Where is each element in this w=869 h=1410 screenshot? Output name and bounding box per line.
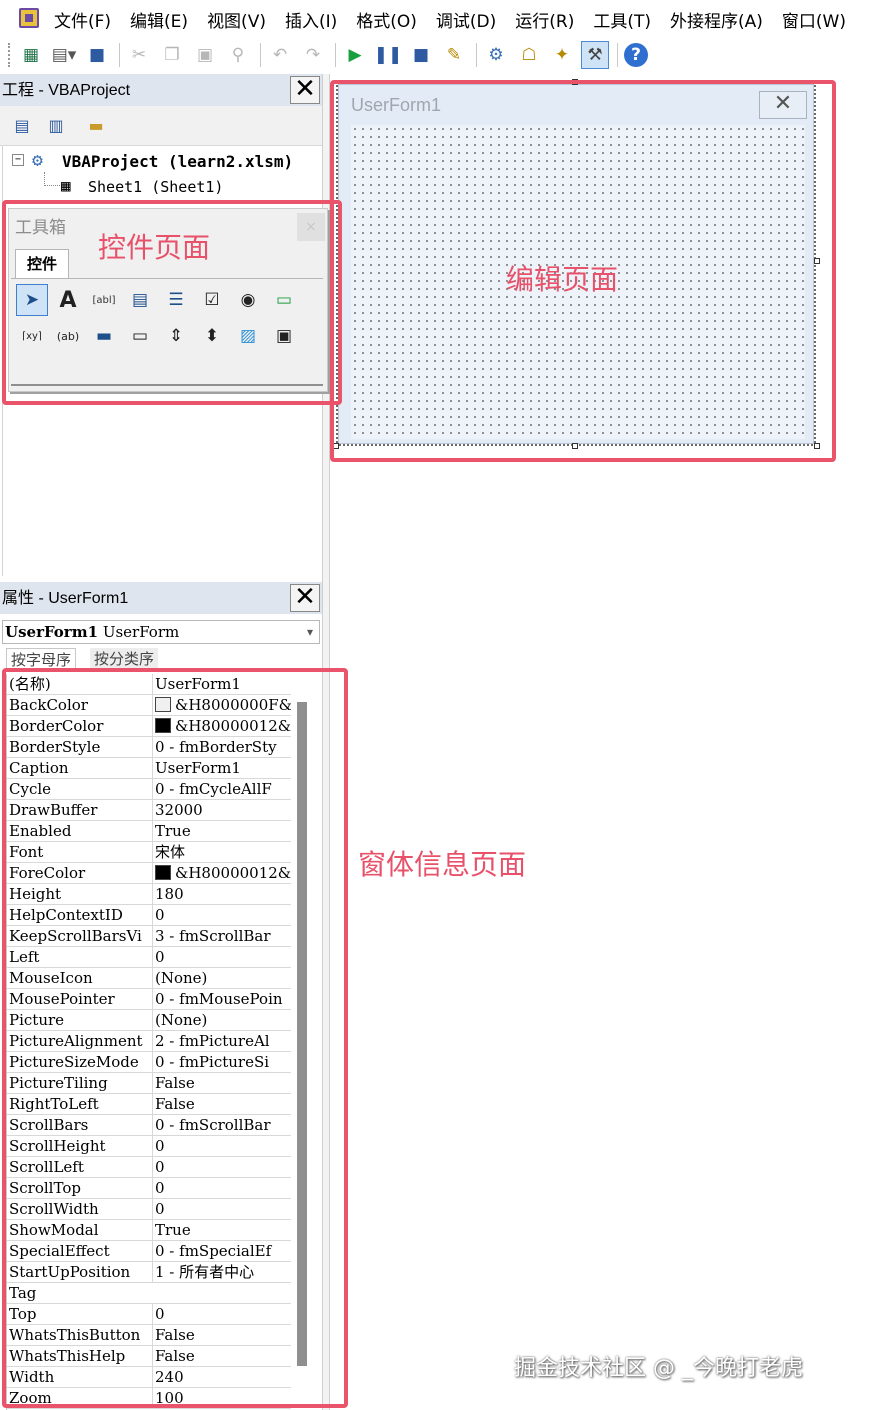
reset-icon[interactable]: ■ [408, 42, 434, 68]
view-code-icon[interactable]: ▤ [10, 114, 34, 136]
save-icon[interactable]: ■ [84, 42, 110, 68]
properties-highlight-box [2, 668, 348, 1408]
tree-connector [44, 172, 60, 186]
object-select[interactable]: UserForm1 UserForm ▾ [2, 620, 320, 644]
project-explorer-close-button[interactable]: ✕ [290, 76, 320, 104]
project-explorer-icon[interactable]: ⚙ [483, 42, 509, 68]
menu-window[interactable]: 窗口(W) [782, 7, 846, 32]
run-icon[interactable]: ▶ [342, 42, 368, 68]
copy-icon[interactable]: ❐ [159, 42, 185, 68]
tab-alphabetic[interactable]: 按字母序 [6, 648, 77, 670]
properties-titlebar: 属性 - UserForm1 ✕ [0, 582, 322, 614]
redo-icon[interactable]: ↷ [300, 42, 326, 68]
menu-format[interactable]: 格式(O) [356, 7, 417, 32]
properties-title: 属性 - UserForm1 [2, 590, 129, 607]
menu-bar: 文件(F) 编辑(E) 视图(V) 插入(I) 格式(O) 调试(D) 运行(R… [0, 0, 869, 38]
excel-view-icon[interactable]: ▦ [18, 42, 44, 68]
toolbar-grip[interactable] [8, 43, 12, 67]
properties-close-button[interactable]: ✕ [290, 584, 320, 612]
object-name: UserForm1 [5, 623, 99, 641]
project-explorer-title: 工程 - VBAProject [2, 82, 131, 99]
project-tree: − ⚙ VBAProject (learn2.xlsm) ▦ Sheet1 (S… [4, 148, 322, 208]
tab-categorized[interactable]: 按分类序 [90, 648, 159, 670]
paste-icon[interactable]: ▣ [192, 42, 218, 68]
vba-project-icon: ⚙ [32, 150, 43, 171]
design-mode-icon[interactable]: ✎ [441, 42, 467, 68]
help-icon[interactable]: ? [624, 43, 648, 67]
object-type: UserForm [102, 623, 180, 641]
designer-annotation-label: 编辑页面 [506, 263, 619, 296]
menu-tools[interactable]: 工具(T) [593, 7, 651, 32]
tree-collapse-toggle[interactable]: − [12, 154, 24, 166]
project-explorer-titlebar: 工程 - VBAProject ✕ [0, 74, 322, 106]
find-icon[interactable]: ⚲ [225, 42, 251, 68]
break-icon[interactable]: ❚❚ [374, 42, 403, 68]
sheet-icon: ▦ [61, 176, 71, 195]
toolbox-icon[interactable]: ⚒ [581, 41, 609, 69]
menu-insert[interactable]: 插入(I) [285, 7, 337, 32]
watermark: 掘金技术社区 @ _今晚打老虎 [514, 1356, 803, 1381]
toolbar-separator [476, 43, 477, 67]
menu-addins[interactable]: 外接程序(A) [670, 7, 763, 32]
insert-userform-icon[interactable]: ▤▾ [51, 42, 77, 68]
tree-item-sheet1[interactable]: Sheet1 (Sheet1) [88, 178, 223, 196]
standard-toolbar: ▦ ▤▾ ■ ✂ ❐ ▣ ⚲ ↶ ↷ ▶ ❚❚ ■ ✎ ⚙ ☖ ✦ ⚒ ? [0, 38, 869, 72]
view-object-icon[interactable]: ▥ [44, 114, 68, 136]
menu-view[interactable]: 视图(V) [207, 7, 266, 32]
menu-run[interactable]: 运行(R) [515, 7, 574, 32]
vbe-app-icon[interactable] [16, 5, 44, 33]
menu-file[interactable]: 文件(F) [54, 7, 111, 32]
toolbar-separator [617, 43, 618, 67]
toolbar-separator [260, 43, 261, 67]
cut-icon[interactable]: ✂ [126, 42, 152, 68]
tree-root-vbaproject[interactable]: VBAProject (learn2.xlsm) [62, 152, 293, 171]
undo-icon[interactable]: ↶ [267, 42, 293, 68]
object-browser-icon[interactable]: ✦ [549, 42, 575, 68]
toggle-folders-icon[interactable]: ▬ [84, 114, 108, 136]
properties-annotation-label: 窗体信息页面 [358, 848, 527, 881]
properties-icon[interactable]: ☖ [516, 42, 542, 68]
menu-edit[interactable]: 编辑(E) [130, 7, 188, 32]
toolbox-annotation-label: 控件页面 [98, 231, 211, 264]
chevron-down-icon[interactable]: ▾ [307, 621, 313, 643]
toolbar-separator [335, 43, 336, 67]
toolbar-separator [119, 43, 120, 67]
menu-debug[interactable]: 调试(D) [436, 7, 496, 32]
project-explorer-toolbar: ▤ ▥ ▬ [0, 106, 322, 250]
